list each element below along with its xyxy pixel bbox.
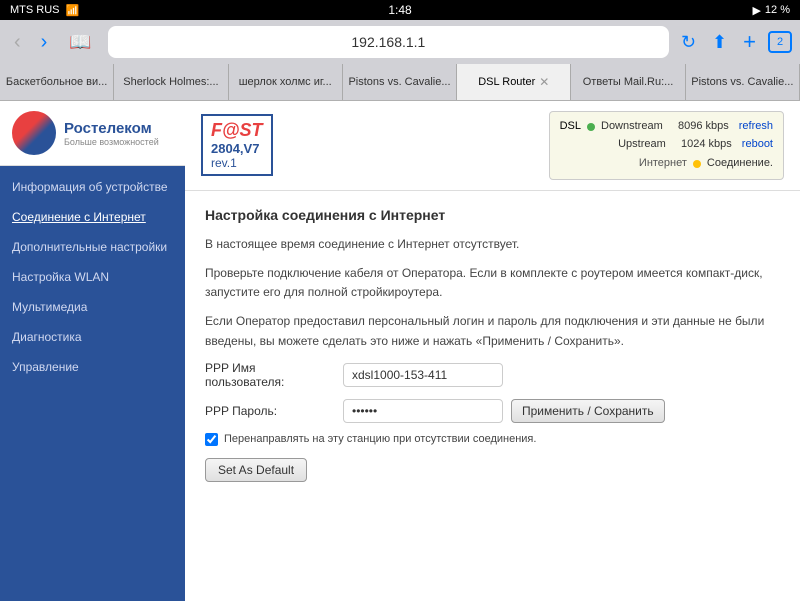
tab-2-label: шерлок холмс иг... <box>239 76 332 88</box>
sidebar-item-internet-label: Соединение с Интернет <box>12 210 146 224</box>
reboot-button[interactable]: reboot <box>742 136 773 154</box>
ppp-user-input[interactable] <box>343 363 503 387</box>
address-bar[interactable]: 192.168.1.1 <box>108 26 669 58</box>
browser-chrome: ‹ › 📖 192.168.1.1 ↻ ⬆ + 2 Баскетбольное … <box>0 20 800 101</box>
sidebar-item-device-info-label: Информация об устройстве <box>12 180 168 194</box>
tab-2[interactable]: шерлок холмс иг... <box>229 64 343 100</box>
checkbox-label: Перенаправлять на эту станцию при отсутс… <box>224 433 536 445</box>
sidebar-item-advanced[interactable]: Дополнительные настройки <box>0 232 185 262</box>
bookmarks-button[interactable]: 📖 <box>61 28 99 57</box>
sidebar-item-advanced-label: Дополнительные настройки <box>12 240 167 254</box>
sidebar-item-internet[interactable]: Соединение с Интернет <box>0 202 185 232</box>
redirect-checkbox[interactable] <box>205 433 218 446</box>
main-content: F@ST 2804,V7 rev.1 DSL Downstream 8096 k… <box>185 101 800 601</box>
ppp-pass-row: PPP Пароль: Применить / Сохранить <box>205 399 780 423</box>
sidebar-item-diagnostics[interactable]: Диагностика <box>0 322 185 352</box>
ppp-user-row: PPP Имя пользователя: <box>205 361 780 389</box>
stats-panel: DSL Downstream 8096 kbps refresh Upstrea… <box>549 111 784 180</box>
tab-0-label: Баскетбольное ви... <box>6 76 107 88</box>
status-time: 1:48 <box>388 3 411 17</box>
tab-4-label: DSL Router <box>478 76 535 88</box>
logo-tagline: Больше возможностей <box>64 137 159 147</box>
status-bar: MTS RUS 📶 1:48 ▶ 12 % <box>0 0 800 20</box>
dsl-status-dot <box>587 123 595 131</box>
router-brand: F@ST <box>211 120 263 141</box>
dsl-stat-row: DSL Downstream 8096 kbps refresh <box>560 118 773 136</box>
tab-0[interactable]: Баскетбольное ви... <box>0 64 114 100</box>
tabs-button[interactable]: 2 <box>768 31 792 53</box>
sidebar-item-multimedia[interactable]: Мультимедиа <box>0 292 185 322</box>
ppp-user-label: PPP Имя пользователя: <box>205 361 335 389</box>
carrier-label: MTS RUS <box>10 4 60 16</box>
wifi-icon: 📶 <box>66 4 80 17</box>
router-rev: rev.1 <box>211 156 263 170</box>
router-logo: F@ST 2804,V7 rev.1 <box>201 114 273 176</box>
main-body: Настройка соединения с Интернет В настоя… <box>185 191 800 498</box>
set-default-button[interactable]: Set As Default <box>205 458 307 482</box>
connection-label: Соединение. <box>707 155 773 173</box>
forward-button[interactable]: › <box>35 27 54 58</box>
back-button[interactable]: ‹ <box>8 27 27 58</box>
refresh-button[interactable]: refresh <box>739 118 773 136</box>
share-button[interactable]: ⬆ <box>708 28 731 57</box>
logo-icon <box>12 111 56 155</box>
sidebar-header: Ростелеком Больше возможностей <box>0 101 185 166</box>
tab-3[interactable]: Pistons vs. Cavalie... <box>343 64 457 100</box>
battery-label: 12 % <box>765 4 790 16</box>
info-para2: Проверьте подключение кабеля от Оператор… <box>205 264 780 302</box>
sidebar-item-management[interactable]: Управление <box>0 352 185 382</box>
logo-name: Ростелеком <box>64 120 159 137</box>
apply-button[interactable]: Применить / Сохранить <box>511 399 665 423</box>
tab-1[interactable]: Sherlock Holmes:... <box>114 64 228 100</box>
tab-6-label: Pistons vs. Cavalie... <box>691 76 793 88</box>
sidebar-item-wlan-label: Настройка WLAN <box>12 270 109 284</box>
section-title: Настройка соединения с Интернет <box>205 207 780 223</box>
status-right: ▶ 12 % <box>752 4 790 17</box>
ppp-pass-input[interactable] <box>343 399 503 423</box>
logo-text: Ростелеком Больше возможностей <box>64 120 159 147</box>
downstream-value: 8096 kbps <box>669 118 729 136</box>
checkbox-row: Перенаправлять на эту станцию при отсутс… <box>205 433 780 446</box>
tab-5-label: Ответы Mail.Ru:... <box>583 76 674 88</box>
tab-4-close[interactable]: ✕ <box>539 75 549 89</box>
upstream-label: Upstream <box>618 136 666 154</box>
dsl-label: DSL <box>560 118 581 136</box>
sidebar-item-diagnostics-label: Диагностика <box>12 330 82 344</box>
add-tab-button[interactable]: + <box>739 25 760 59</box>
downstream-label: Downstream <box>601 118 663 136</box>
tab-6[interactable]: Pistons vs. Cavalie... <box>686 64 800 100</box>
tab-3-label: Pistons vs. Cavalie... <box>348 76 450 88</box>
info-para1: В настоящее время соединение с Интернет … <box>205 235 780 254</box>
tab-1-label: Sherlock Holmes:... <box>123 76 218 88</box>
signal-icon: ▶ <box>752 4 760 17</box>
sidebar: Ростелеком Больше возможностей Информаци… <box>0 101 185 601</box>
content-header: F@ST 2804,V7 rev.1 DSL Downstream 8096 k… <box>185 101 800 191</box>
router-model: 2804,V7 <box>211 141 263 156</box>
tab-4[interactable]: DSL Router ✕ <box>457 64 571 100</box>
sidebar-item-multimedia-label: Мультимедиа <box>12 300 87 314</box>
url-text: 192.168.1.1 <box>351 34 425 50</box>
internet-status-dot <box>693 160 701 168</box>
internet-stat-row: Интернет Соединение. <box>560 155 773 173</box>
internet-label: Интернет <box>639 155 687 173</box>
status-left: MTS RUS 📶 <box>10 4 79 17</box>
tab-5[interactable]: Ответы Mail.Ru:... <box>571 64 685 100</box>
sidebar-menu: Информация об устройстве Соединение с Ин… <box>0 166 185 388</box>
router-logo-box: F@ST 2804,V7 rev.1 <box>201 114 273 176</box>
ppp-pass-label: PPP Пароль: <box>205 404 335 418</box>
sidebar-item-device-info[interactable]: Информация об устройстве <box>0 172 185 202</box>
reload-button[interactable]: ↻ <box>677 28 700 57</box>
sidebar-item-management-label: Управление <box>12 360 79 374</box>
sidebar-item-wlan[interactable]: Настройка WLAN <box>0 262 185 292</box>
upstream-stat-row: Upstream 1024 kbps reboot <box>560 136 773 154</box>
info-para3: Если Оператор предоставил персональный л… <box>205 312 780 350</box>
nav-bar: ‹ › 📖 192.168.1.1 ↻ ⬆ + 2 <box>0 20 800 64</box>
page: Ростелеком Больше возможностей Информаци… <box>0 101 800 601</box>
tabs-row: Баскетбольное ви... Sherlock Holmes:... … <box>0 64 800 100</box>
upstream-value: 1024 kbps <box>672 136 732 154</box>
